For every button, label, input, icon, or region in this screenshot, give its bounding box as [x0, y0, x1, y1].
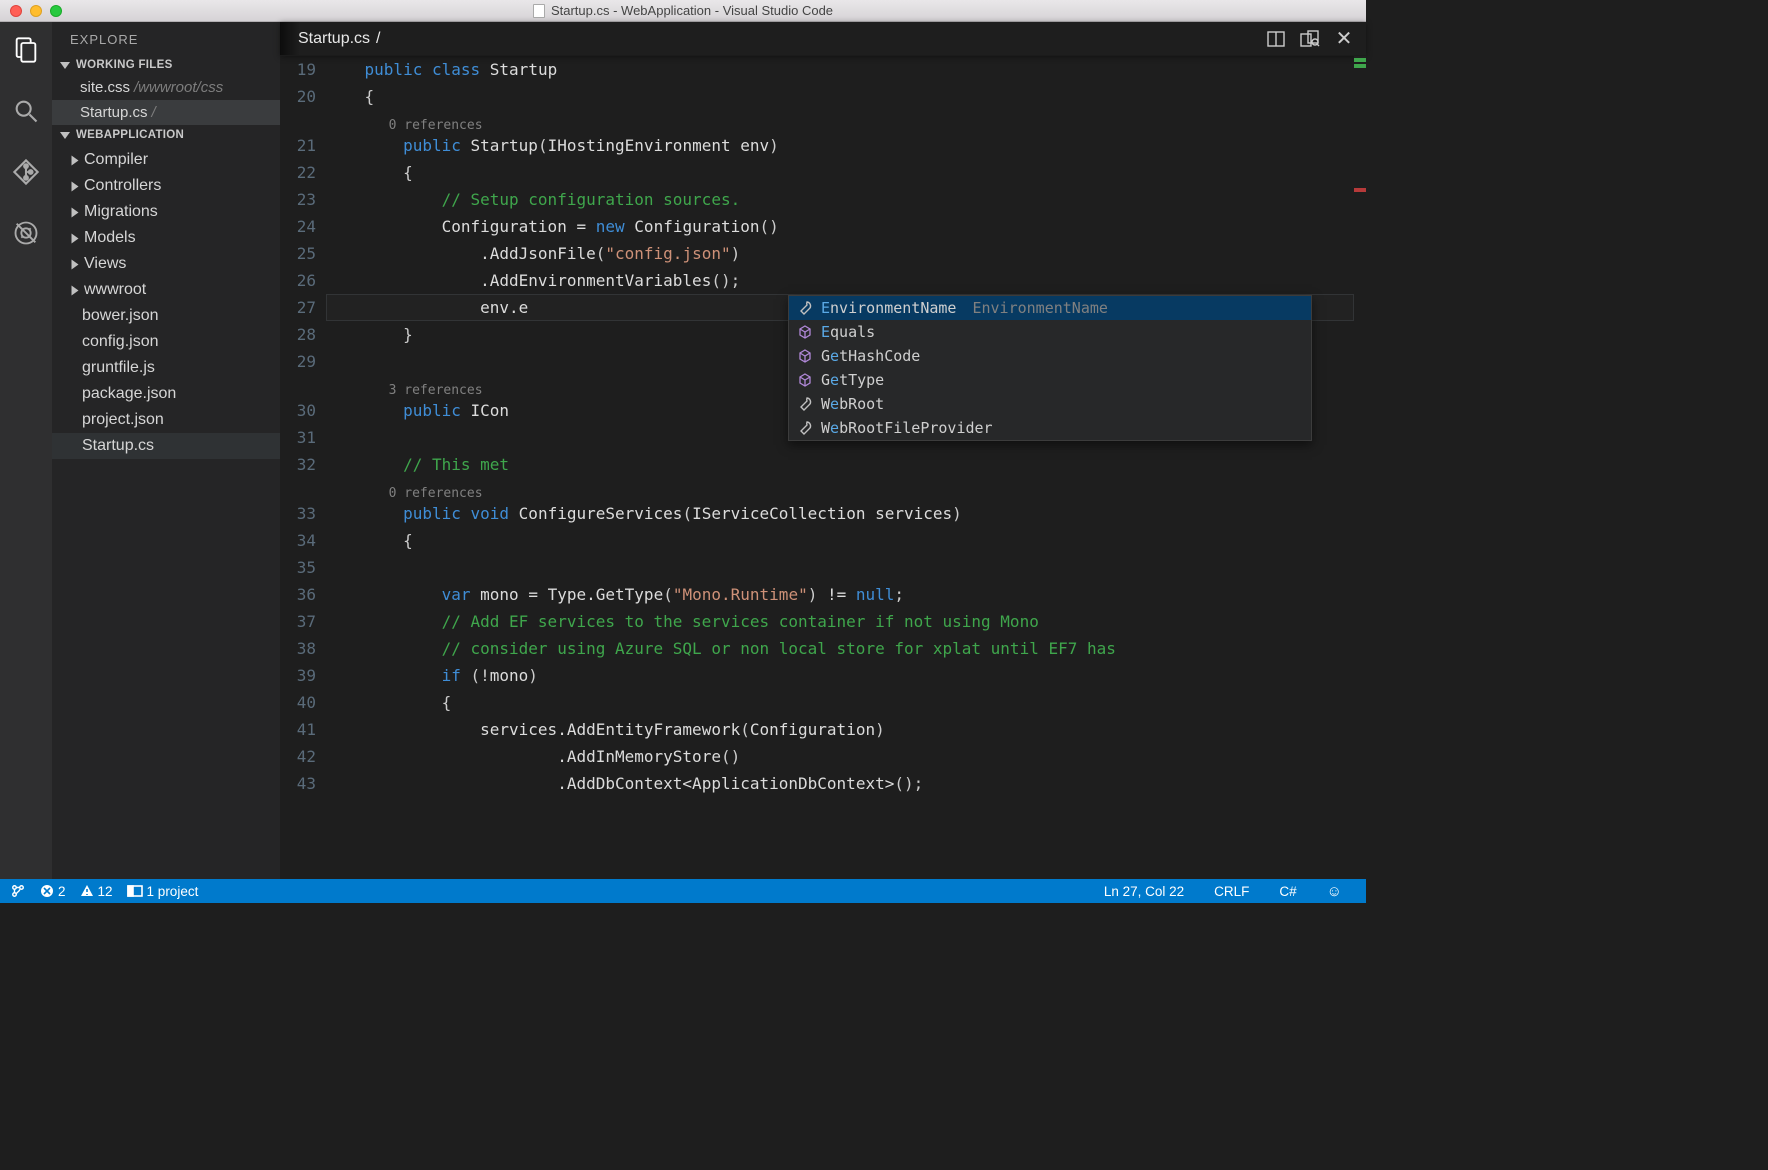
eol-indicator[interactable]: CRLF: [1214, 884, 1249, 899]
cursor-position[interactable]: Ln 27, Col 22: [1104, 884, 1184, 899]
wrench-icon: [797, 420, 813, 436]
wrench-icon: [797, 396, 813, 412]
warnings-indicator[interactable]: 12: [80, 884, 113, 899]
working-file-item[interactable]: Startup.cs/: [52, 100, 280, 125]
file-item[interactable]: package.json: [52, 381, 280, 407]
chevron-right-icon: [72, 208, 79, 218]
suggestion-item[interactable]: Equals: [789, 320, 1311, 344]
working-files-header[interactable]: WORKING FILES: [52, 55, 280, 75]
code-content[interactable]: public class Startup { 0 references publ…: [326, 56, 1354, 879]
close-editor-icon[interactable]: ✕: [1334, 29, 1354, 49]
file-item[interactable]: bower.json: [52, 303, 280, 329]
suggestion-item[interactable]: EnvironmentNameEnvironmentName: [789, 296, 1311, 320]
window-title: Startup.cs - WebApplication - Visual Stu…: [0, 3, 1366, 18]
chevron-down-icon: [60, 62, 70, 69]
code-area[interactable]: 1920212223242526272829303132333435363738…: [280, 56, 1366, 879]
activity-bar: [0, 22, 52, 879]
status-bar: 2 12 1 project Ln 27, Col 22 CRLF C# ☺: [0, 879, 1366, 903]
chevron-down-icon: [60, 132, 70, 139]
suggestion-item[interactable]: GetHashCode: [789, 344, 1311, 368]
chevron-right-icon: [72, 156, 79, 166]
file-item[interactable]: Startup.cs: [52, 433, 280, 459]
suggestion-popup[interactable]: EnvironmentNameEnvironmentNameEqualsGetH…: [788, 295, 1312, 441]
traffic-lights: [0, 5, 62, 17]
folder-item[interactable]: Views: [52, 251, 280, 277]
errors-indicator[interactable]: 2: [40, 884, 66, 899]
git-branch-indicator[interactable]: [10, 884, 26, 898]
line-number-gutter: 1920212223242526272829303132333435363738…: [280, 56, 326, 879]
folder-item[interactable]: Controllers: [52, 173, 280, 199]
file-item[interactable]: project.json: [52, 407, 280, 433]
editor: Startup.cs / ✕ 1920212223242526272829303…: [280, 22, 1366, 879]
language-indicator[interactable]: C#: [1279, 884, 1296, 899]
cube-icon: [797, 348, 813, 364]
working-file-item[interactable]: site.css/wwwroot/css: [52, 75, 280, 100]
suggestion-item[interactable]: WebRoot: [789, 392, 1311, 416]
suggestion-item[interactable]: WebRootFileProvider: [789, 416, 1311, 440]
document-icon: [533, 4, 545, 18]
zoom-window-button[interactable]: [50, 5, 62, 17]
chevron-right-icon: [72, 182, 79, 192]
file-item[interactable]: config.json: [52, 329, 280, 355]
titlebar: Startup.cs - WebApplication - Visual Stu…: [0, 0, 1366, 22]
close-window-button[interactable]: [10, 5, 22, 17]
search-icon[interactable]: [10, 95, 42, 132]
chevron-right-icon: [72, 234, 79, 244]
compare-icon[interactable]: [1300, 29, 1320, 49]
explorer-icon[interactable]: [10, 34, 42, 71]
debug-icon[interactable]: [10, 217, 42, 254]
folder-item[interactable]: Models: [52, 225, 280, 251]
cube-icon: [797, 372, 813, 388]
chevron-right-icon: [72, 286, 79, 296]
project-indicator[interactable]: 1 project: [127, 884, 199, 899]
tab-label[interactable]: Startup.cs: [298, 30, 370, 48]
folder-item[interactable]: Compiler: [52, 147, 280, 173]
chevron-right-icon: [72, 260, 79, 270]
folder-item[interactable]: Migrations: [52, 199, 280, 225]
split-editor-icon[interactable]: [1266, 29, 1286, 49]
minimize-window-button[interactable]: [30, 5, 42, 17]
side-bar: EXPLORE WORKING FILES site.css/wwwroot/c…: [52, 22, 280, 879]
file-item[interactable]: gruntfile.js: [52, 355, 280, 381]
sidebar-title: EXPLORE: [52, 22, 280, 55]
tab-dirty-indicator: /: [376, 30, 380, 48]
suggestion-item[interactable]: GetType: [789, 368, 1311, 392]
feedback-icon[interactable]: ☺: [1327, 883, 1342, 900]
project-header[interactable]: WEBAPPLICATION: [52, 125, 280, 145]
wrench-icon: [797, 300, 813, 316]
cube-icon: [797, 324, 813, 340]
git-icon[interactable]: [10, 156, 42, 193]
overview-ruler[interactable]: [1354, 56, 1366, 879]
folder-item[interactable]: wwwroot: [52, 277, 280, 303]
tab-bar: Startup.cs / ✕: [280, 22, 1366, 56]
